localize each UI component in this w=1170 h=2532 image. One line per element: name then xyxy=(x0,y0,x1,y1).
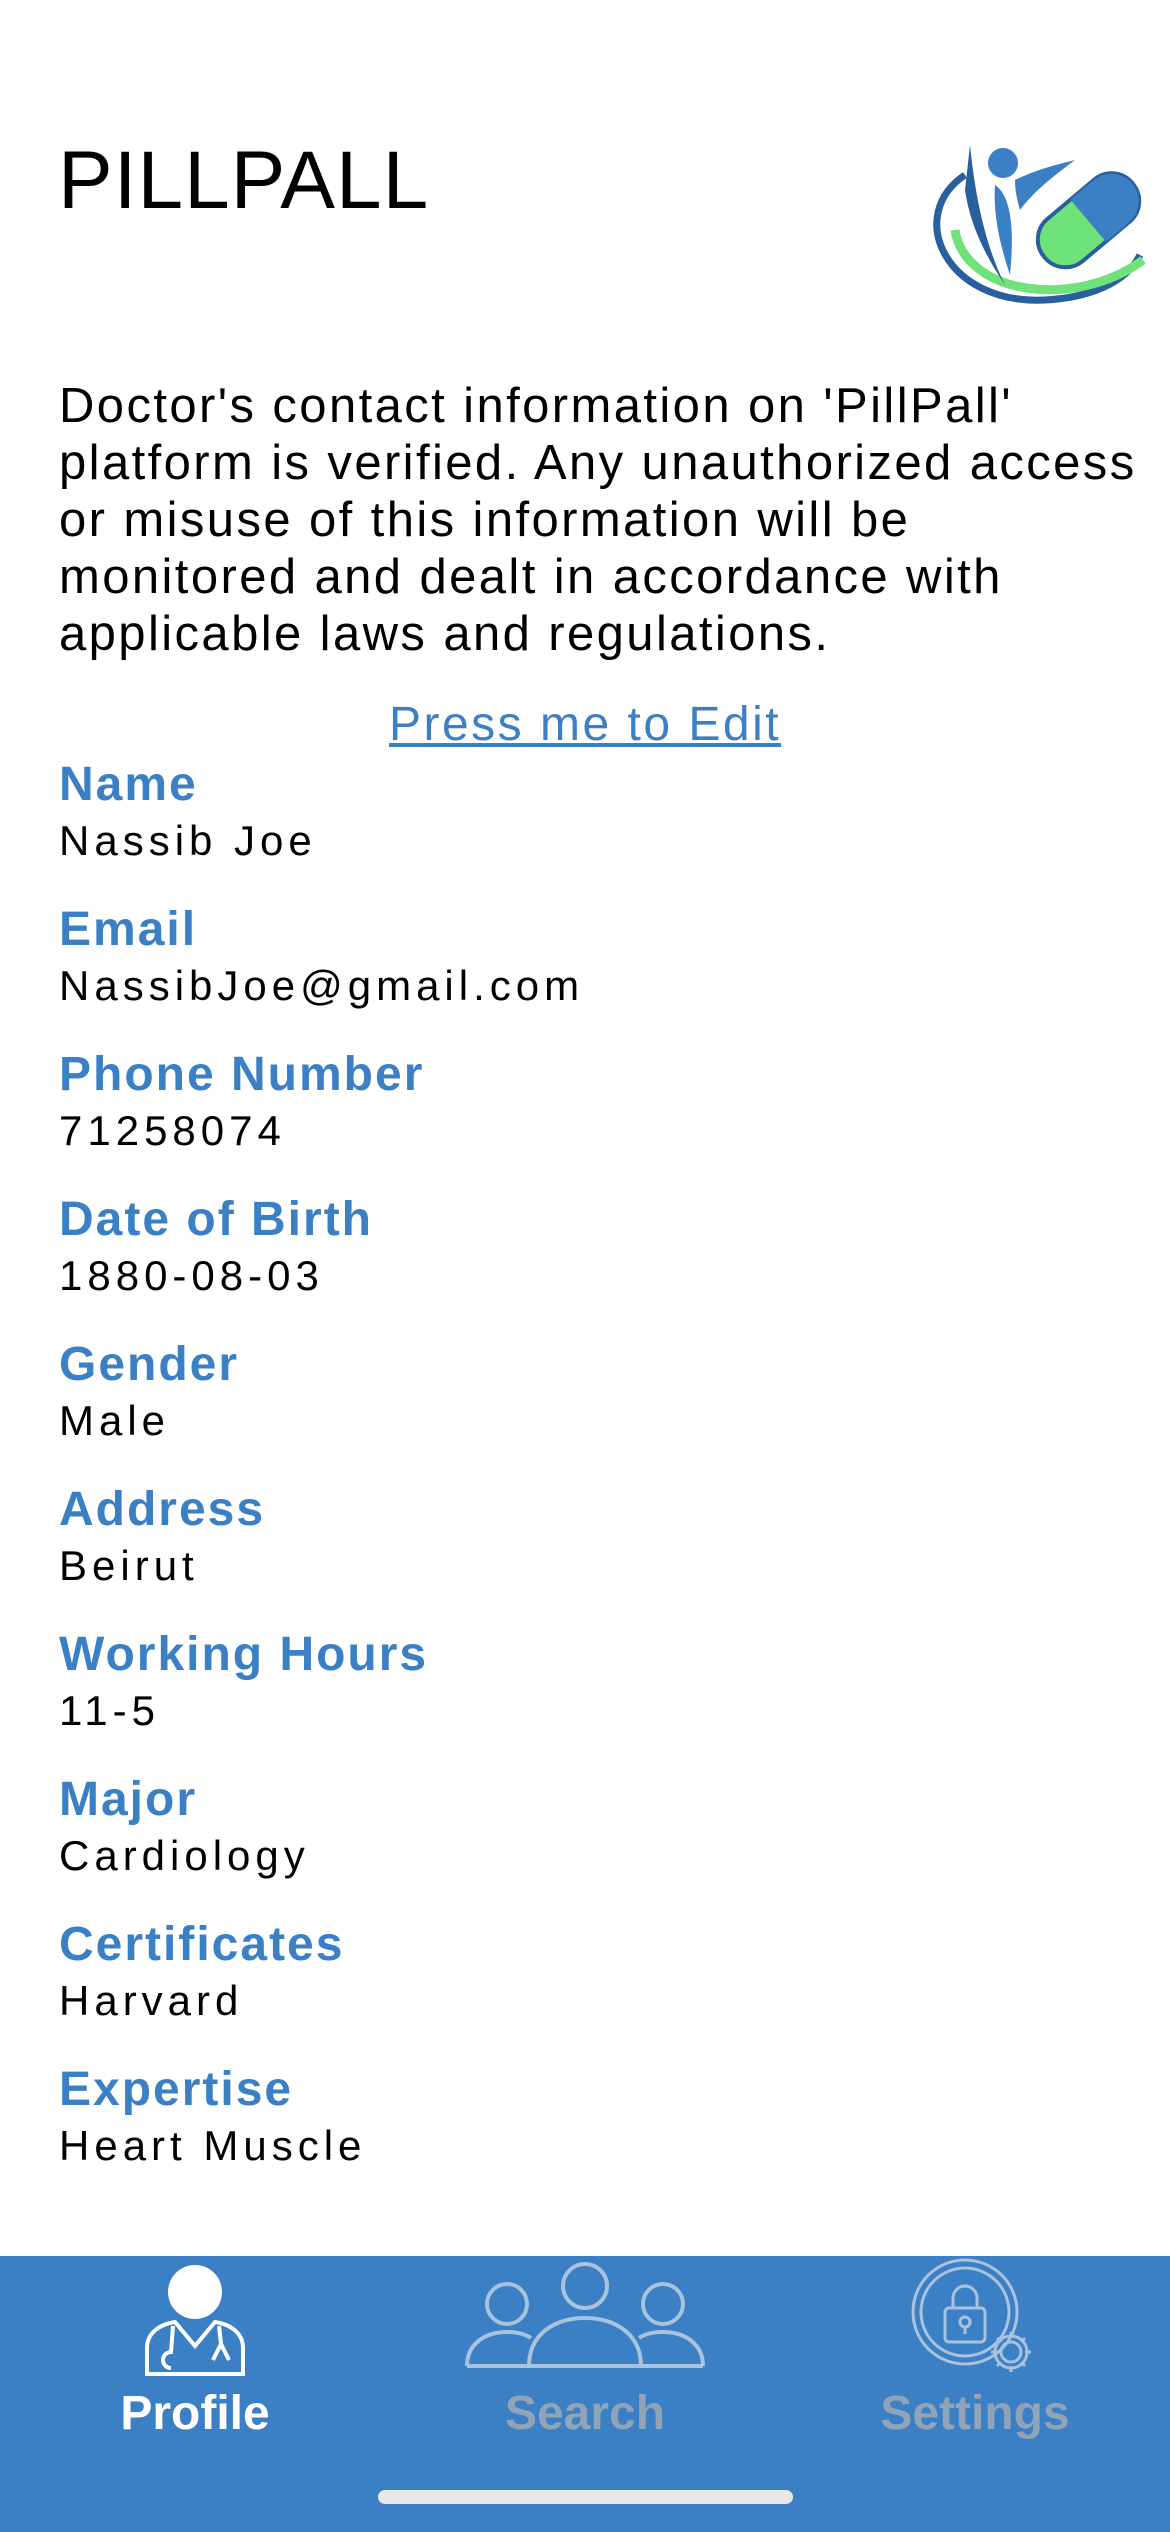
field-email: Email NassibJoe@gmail.com xyxy=(59,900,1139,1045)
field-name: Name Nassib Joe xyxy=(59,755,1139,900)
field-value: Beirut xyxy=(59,1542,199,1589)
tab-label: Profile xyxy=(120,2387,270,2440)
field-label: Date of Birth xyxy=(59,1193,373,1246)
verification-notice: Doctor's contact information on 'PillPal… xyxy=(59,379,1137,661)
app-title: PILLPALL xyxy=(58,135,430,226)
field-phone-number: Phone Number 71258074 xyxy=(59,1045,1139,1190)
field-label: Expertise xyxy=(59,2063,294,2116)
field-address: Address Beirut xyxy=(59,1480,1139,1625)
field-value: Nassib Joe xyxy=(59,817,317,864)
bottom-tab-bar: Profile Search Settings xyxy=(0,2256,1170,2532)
field-value: 1880-08-03 xyxy=(59,1252,324,1299)
field-label: Email xyxy=(59,903,198,956)
edit-profile-link[interactable]: Press me to Edit xyxy=(0,695,1170,755)
home-indicator[interactable] xyxy=(378,2490,793,2504)
profile-screen: PILLPALL Doctor's contact information on… xyxy=(0,0,1170,2532)
field-value: Cardiology xyxy=(59,1832,310,1879)
field-value: Male xyxy=(59,1397,171,1444)
tab-label: Settings xyxy=(880,2387,1070,2440)
field-value: Heart Muscle xyxy=(59,2122,367,2169)
pillpall-logo-icon xyxy=(925,135,1150,315)
field-label: Name xyxy=(59,758,198,811)
field-value: 71258074 xyxy=(59,1107,286,1154)
field-label: Gender xyxy=(59,1338,240,1391)
field-gender: Gender Male xyxy=(59,1335,1139,1480)
field-label: Phone Number xyxy=(59,1048,425,1101)
tab-settings[interactable]: Settings xyxy=(780,2256,1170,2476)
field-value: Harvard xyxy=(59,1977,244,2024)
tab-profile[interactable]: Profile xyxy=(0,2256,390,2476)
profile-fields: Name Nassib Joe Email NassibJoe@gmail.co… xyxy=(59,755,1139,2205)
lock-gear-icon xyxy=(895,2256,1055,2386)
field-label: Working Hours xyxy=(59,1628,429,1681)
tab-search[interactable]: Search xyxy=(390,2256,780,2476)
field-working-hours: Working Hours 11-5 xyxy=(59,1625,1139,1770)
field-date-of-birth: Date of Birth 1880-08-03 xyxy=(59,1190,1139,1335)
field-label: Major xyxy=(59,1773,198,1826)
field-value: 11-5 xyxy=(59,1687,160,1734)
field-label: Address xyxy=(59,1483,266,1536)
field-certificates: Certificates Harvard xyxy=(59,1915,1139,2060)
doctor-icon xyxy=(115,2256,275,2386)
tab-label: Search xyxy=(504,2387,666,2440)
field-value: NassibJoe@gmail.com xyxy=(59,962,585,1009)
people-group-icon xyxy=(465,2256,705,2386)
field-major: Major Cardiology xyxy=(59,1770,1139,1915)
field-expertise: Expertise Heart Muscle xyxy=(59,2060,1139,2205)
field-label: Certificates xyxy=(59,1918,345,1971)
